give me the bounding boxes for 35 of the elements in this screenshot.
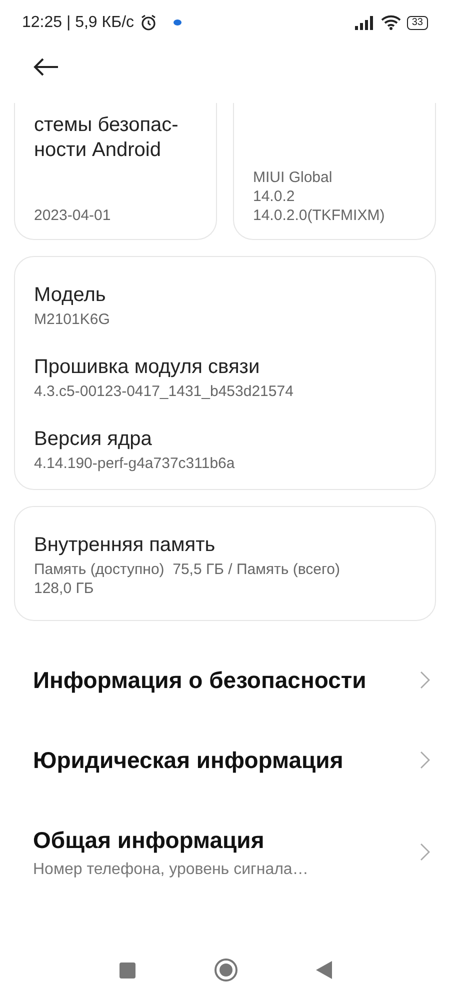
battery-icon: 33 [406,16,428,30]
menu-title: Информация о безопасности [33,666,368,695]
card-value: MIUI Global [253,168,334,187]
recents-icon[interactable] [118,962,136,978]
home-icon[interactable] [214,958,238,982]
info-value: Память (доступно) 75,5 ГБ / Память (всего) 128,0 ГБ [34,560,341,598]
menu-title: Общая информация [33,826,266,855]
menu-title: Юридическая информация [33,746,344,775]
back-icon[interactable] [33,58,59,76]
card-value: 14.0.2.0(TKFMIXM) [253,206,386,225]
card-title: ности Android [34,138,162,163]
info-value: 4.14.190-perf-g4a737c311b6a [34,454,236,473]
info-title: Версия ядра [34,427,153,452]
info-title: Внутренняя память [34,533,216,558]
notification-dot-icon [173,19,182,26]
chevron-right-icon [420,751,430,769]
chevron-right-icon [420,843,430,861]
card-value: 14.0.2 [253,187,296,206]
menu-item[interactable]: Информация о безопасности [33,654,430,706]
menu-item[interactable]: Общая информация Номер телефона, уровень сигнала… [33,814,430,890]
storage-card[interactable]: Внутренняя память Память (доступно) 75,5 ГБ / Память (всего) 128,0 ГБ [14,506,436,621]
info-title: Прошивка модуля связи [34,355,261,380]
info-title: Модель [34,283,107,308]
menu-item[interactable]: Юридическая информация [33,734,430,786]
card-title: стемы безопас- [34,113,180,138]
info-value: M2101K6G [34,310,111,329]
menu-subtitle: Номер телефона, уровень сигнала… [33,861,310,879]
wifi-icon [380,15,401,30]
status-time: 12:25 | 5,9 КБ/с [22,14,134,32]
card-value: 2023-04-01 [34,206,112,225]
chevron-right-icon [420,671,430,689]
alarm-icon [140,14,158,31]
signal-icon [354,16,375,30]
back-triangle-icon[interactable] [316,961,332,979]
info-value: 4.3.c5-00123-0417_1431_b453d21574 [34,382,294,401]
